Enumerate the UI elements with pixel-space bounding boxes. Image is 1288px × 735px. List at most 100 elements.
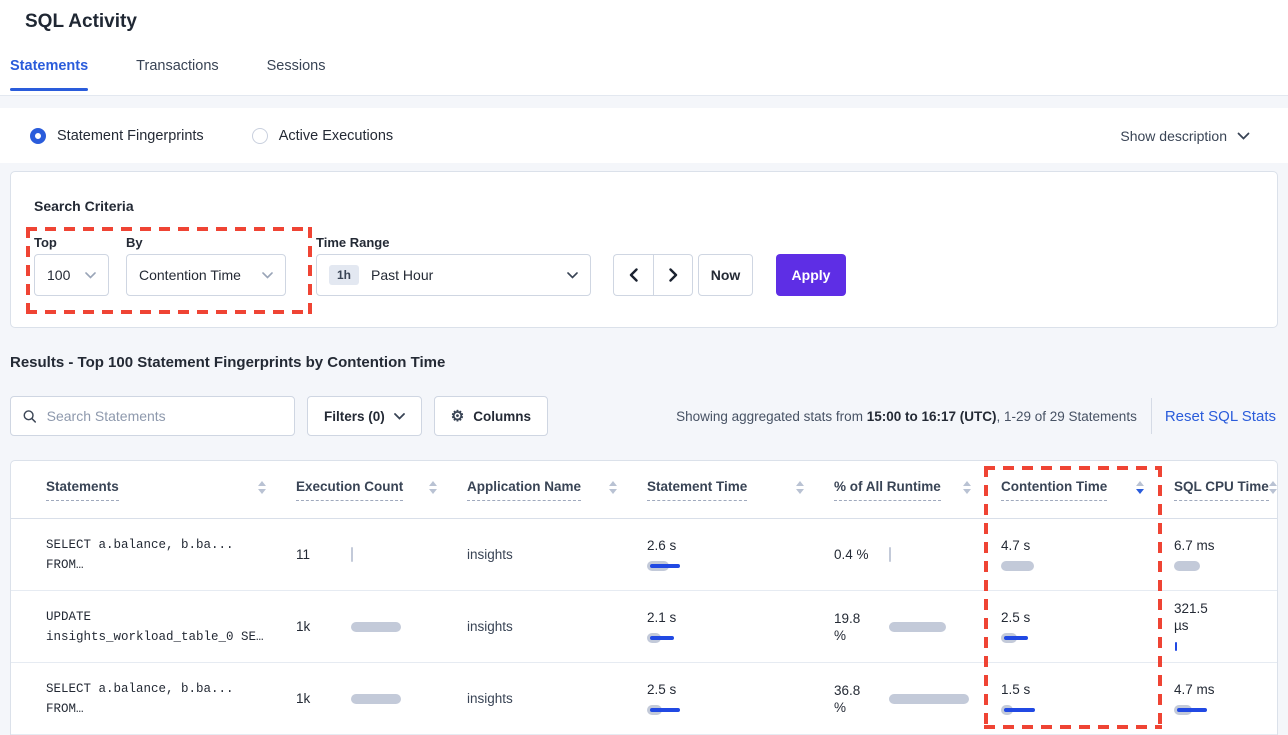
sort-icon[interactable]: [1269, 481, 1277, 498]
chevron-down-icon: [567, 272, 578, 279]
table-row[interactable]: UPDATEinsights_workload_table_0 SE…1kins…: [11, 591, 1277, 663]
execution-count-cell: 11: [296, 546, 467, 563]
metric-bar: [647, 703, 747, 717]
radio-statement-fingerprints[interactable]: Statement Fingerprints: [30, 128, 204, 144]
metric-bar: [889, 548, 989, 562]
sort-icon[interactable]: [258, 481, 266, 498]
top-select-value: 100: [47, 267, 70, 283]
radio-icon: [252, 128, 268, 144]
filters-button[interactable]: Filters (0): [307, 396, 422, 436]
tab-sessions[interactable]: Sessions: [267, 58, 326, 91]
column-header-application-name[interactable]: Application Name: [467, 479, 647, 501]
toolbar-divider: [1151, 398, 1152, 434]
statements-table: Statements Execution CountApplication Nam…: [10, 460, 1278, 735]
tab-statements[interactable]: Statements: [10, 58, 88, 91]
column-header-of-all-runtime[interactable]: % of All Runtime: [834, 479, 1001, 501]
time-next-button[interactable]: [653, 254, 693, 296]
metric-value: 6.7 ms: [1174, 537, 1232, 554]
now-button[interactable]: Now: [698, 254, 753, 296]
search-criteria-heading: Search Criteria: [34, 198, 134, 214]
table-row[interactable]: SELECT a.balance, b.ba...FROM…11 insights…: [11, 519, 1277, 591]
statement-time-cell: 2.6 s: [647, 537, 834, 573]
radio-active-executions[interactable]: Active Executions: [252, 128, 393, 144]
execution-count-cell: 1k: [296, 618, 467, 635]
metric-value: 321.5µs: [1174, 600, 1232, 634]
metric-bar: [889, 620, 989, 634]
metric-value: 4.7 s: [1001, 537, 1059, 554]
by-select-value: Contention Time: [139, 267, 241, 283]
column-header-statements[interactable]: Statements: [46, 479, 296, 501]
view-toggle-band: Statement Fingerprints Active Executions…: [0, 108, 1288, 163]
chevron-right-icon: [669, 268, 678, 282]
by-label: By: [126, 235, 143, 250]
column-header-sql-cpu-time[interactable]: SQL CPU Time: [1174, 479, 1288, 501]
statement-fingerprint-link[interactable]: SELECT a.balance, b.ba...FROM…: [46, 679, 296, 719]
sort-icon[interactable]: [963, 481, 971, 498]
statement-time-cell: 2.1 s: [647, 609, 834, 645]
metric-bar: [351, 620, 451, 634]
execution-count-cell: 1k: [296, 690, 467, 707]
aggregated-stats-note: Showing aggregated stats from 15:00 to 1…: [676, 409, 1137, 424]
metric-bar: [889, 692, 989, 706]
metric-value: 2.6 s: [647, 537, 705, 554]
sort-icon[interactable]: [796, 481, 804, 498]
pct-runtime-cell: 36.8%: [834, 682, 1001, 716]
column-header-execution-count[interactable]: Execution Count: [296, 479, 467, 501]
tab-transactions[interactable]: Transactions: [136, 58, 218, 91]
metric-bar: [1001, 703, 1101, 717]
sql-activity-page: SQL Activity Statements Transactions Ses…: [0, 0, 1288, 735]
metric-value: 2.5 s: [1001, 609, 1059, 626]
application-name-cell: insights: [467, 547, 647, 562]
search-input[interactable]: [47, 408, 282, 424]
top-select[interactable]: 100: [34, 254, 109, 296]
columns-button[interactable]: ⚙ Columns: [434, 396, 548, 436]
apply-button[interactable]: Apply: [776, 254, 846, 296]
column-header-label: % of All Runtime: [834, 479, 941, 501]
results-heading: Results - Top 100 Statement Fingerprints…: [10, 354, 445, 371]
show-description-label: Show description: [1120, 128, 1227, 144]
column-header-label: Application Name: [467, 479, 581, 501]
search-criteria-panel: Search Criteria Top 100 By Contention Ti…: [10, 171, 1278, 328]
column-header-statement-time[interactable]: Statement Time: [647, 479, 834, 501]
time-prev-button[interactable]: [613, 254, 653, 296]
sql-cpu-time-cell: 6.7 ms: [1174, 537, 1277, 573]
statement-fingerprint-link[interactable]: UPDATEinsights_workload_table_0 SE…: [46, 607, 296, 647]
sql-cpu-time-cell: 4.7 ms: [1174, 681, 1277, 717]
sort-icon[interactable]: [429, 481, 437, 498]
column-header-contention-time[interactable]: Contention Time: [1001, 479, 1174, 501]
metric-value: 1.5 s: [1001, 681, 1059, 698]
statement-fingerprint-link[interactable]: SELECT a.balance, b.ba...FROM…: [46, 535, 296, 575]
metric-value: 19.8%: [834, 610, 889, 644]
metric-bar: [1001, 559, 1101, 573]
column-header-label: Statements: [46, 479, 119, 501]
time-range-label: Time Range: [316, 235, 389, 250]
metric-value: 0.4 %: [834, 546, 889, 563]
search-icon: [23, 409, 37, 424]
time-range-value: Past Hour: [371, 267, 433, 283]
time-range-select[interactable]: 1h Past Hour: [316, 254, 591, 296]
metric-value: 36.8%: [834, 682, 889, 716]
chevron-left-icon: [629, 268, 638, 282]
metric-value: 11: [296, 546, 351, 563]
metric-bar: [1174, 703, 1274, 717]
gear-icon: ⚙: [451, 409, 464, 424]
metric-value: 4.7 ms: [1174, 681, 1232, 698]
chevron-down-icon: [394, 413, 405, 420]
contention-time-cell: 4.7 s: [1001, 537, 1174, 573]
chevron-down-icon: [1237, 132, 1250, 140]
show-description-toggle[interactable]: Show description: [1120, 128, 1250, 144]
sort-icon[interactable]: [1136, 481, 1144, 498]
column-header-label: Contention Time: [1001, 479, 1107, 501]
table-row[interactable]: SELECT a.balance, b.ba...FROM…1kinsights…: [11, 663, 1277, 735]
top-label: Top: [34, 235, 57, 250]
application-name-cell: insights: [467, 619, 647, 634]
by-select[interactable]: Contention Time: [126, 254, 286, 296]
sort-icon[interactable]: [609, 481, 617, 498]
reset-sql-stats-link[interactable]: Reset SQL Stats: [1165, 408, 1278, 425]
pct-runtime-cell: 19.8%: [834, 610, 1001, 644]
metric-value: 1k: [296, 690, 351, 707]
tab-bar: Statements Transactions Sessions: [10, 58, 325, 91]
statement-search[interactable]: [10, 396, 295, 436]
time-range-badge: 1h: [329, 265, 359, 285]
metric-value: 2.5 s: [647, 681, 705, 698]
